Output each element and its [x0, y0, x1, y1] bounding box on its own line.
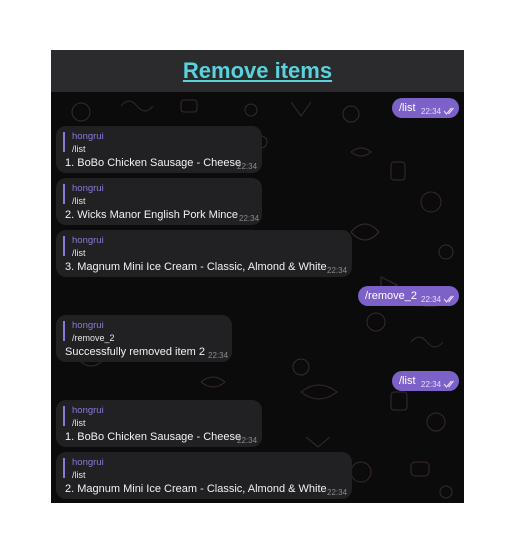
message-time: 22:34	[327, 488, 348, 497]
reply-quote-bar	[63, 236, 65, 256]
message-text: 1. BoBo Chicken Sausage - Cheese	[65, 431, 242, 443]
reply-quote-text: /remove_2	[72, 333, 115, 343]
message-text: 2. Wicks Manor English Pork Mince	[65, 209, 238, 221]
reply-quote-bar	[63, 321, 65, 341]
sender-name: hongrui	[72, 131, 104, 142]
message-text: /remove_2	[365, 290, 417, 302]
message-text: /list	[399, 375, 416, 387]
chat-window: Remove items /list 22:34 hongrui /list 1…	[51, 50, 464, 503]
outgoing-message[interactable]: /list 22:34	[392, 371, 459, 391]
message-text: Successfully removed item 2	[65, 346, 205, 358]
reply-quote-text: /list	[72, 248, 86, 258]
message-text: /list	[399, 102, 416, 114]
message-list[interactable]: /list 22:34 hongrui /list 1. BoBo Chicke…	[51, 92, 464, 503]
message-time: 22:34	[327, 266, 348, 275]
message-text: 2. Magnum Mini Ice Cream - Classic, Almo…	[65, 483, 327, 495]
incoming-message[interactable]: hongrui /list 3. Magnum Mini Ice Cream -…	[56, 230, 352, 277]
message-time: 22:34	[421, 380, 442, 389]
page-title[interactable]: Remove items	[183, 58, 332, 84]
sender-name: hongrui	[72, 320, 104, 331]
incoming-message[interactable]: hongrui /list 2. Magnum Mini Ice Cream -…	[56, 452, 352, 499]
incoming-message[interactable]: hongrui /list 1. BoBo Chicken Sausage - …	[56, 400, 262, 447]
message-time: 22:34	[239, 214, 260, 223]
outgoing-message[interactable]: /remove_2 22:34	[358, 286, 459, 306]
outgoing-message[interactable]: /list 22:34	[392, 98, 459, 118]
reply-quote-bar	[63, 406, 65, 426]
reply-quote-text: /list	[72, 418, 86, 428]
reply-quote-bar	[63, 132, 65, 152]
message-time: 22:34	[237, 436, 258, 445]
reply-quote-text: /list	[72, 196, 86, 206]
message-time: 22:34	[208, 351, 229, 360]
chat-header: Remove items	[51, 50, 464, 92]
incoming-message[interactable]: hongrui /list 1. BoBo Chicken Sausage - …	[56, 126, 262, 173]
sender-name: hongrui	[72, 235, 104, 246]
reply-quote-text: /list	[72, 144, 86, 154]
message-time: 22:34	[421, 295, 442, 304]
message-text: 1. BoBo Chicken Sausage - Cheese	[65, 157, 242, 169]
reply-quote-bar	[63, 458, 65, 478]
message-time: 22:34	[237, 162, 258, 171]
double-check-icon	[443, 295, 454, 303]
sender-name: hongrui	[72, 457, 104, 468]
message-text: 3. Magnum Mini Ice Cream - Classic, Almo…	[65, 261, 327, 273]
reply-quote-text: /list	[72, 470, 86, 480]
sender-name: hongrui	[72, 183, 104, 194]
double-check-icon	[443, 107, 454, 115]
incoming-message[interactable]: hongrui /list 2. Wicks Manor English Por…	[56, 178, 262, 225]
incoming-message[interactable]: hongrui /remove_2 Successfully removed i…	[56, 315, 232, 362]
double-check-icon	[443, 380, 454, 388]
reply-quote-bar	[63, 184, 65, 204]
message-time: 22:34	[421, 107, 442, 116]
sender-name: hongrui	[72, 405, 104, 416]
